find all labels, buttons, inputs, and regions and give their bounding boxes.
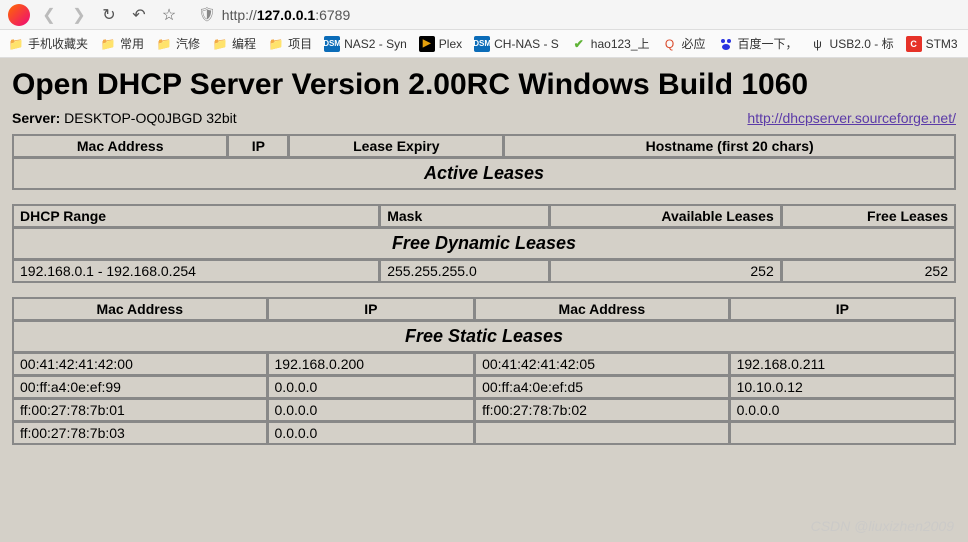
cell-ip: 0.0.0.0 [730, 399, 955, 421]
table-row: 00:41:42:41:42:00192.168.0.20000:41:42:4… [13, 353, 955, 375]
reload-button[interactable]: ↻ [98, 4, 120, 26]
cell-ip [730, 422, 955, 444]
cell-mask: 255.255.255.0 [380, 260, 549, 282]
bookmark-item[interactable]: 📁手机收藏夹 [8, 35, 88, 52]
bookmark-item[interactable]: Q必应 [662, 35, 706, 52]
server-value: DESKTOP-OQ0JBGD 32bit [64, 110, 236, 126]
cell-mac: 00:ff:a4:0e:ef:d5 [475, 376, 729, 398]
bookmark-item[interactable]: 📁常用 [100, 35, 144, 52]
profile-avatar[interactable] [8, 4, 30, 26]
cell-ip: 0.0.0.0 [268, 422, 475, 444]
bookmarks-bar: 📁手机收藏夹 📁常用 📁汽修 📁编程 📁项目 DSMNAS2 - Syn ▶Plex DSMC… [0, 30, 968, 58]
cell-available: 252 [550, 260, 781, 282]
cell-free: 252 [782, 260, 955, 282]
cell-mac: 00:ff:a4:0e:ef:99 [13, 376, 267, 398]
table-row: 00:ff:a4:0e:ef:990.0.0.000:ff:a4:0e:ef:d… [13, 376, 955, 398]
bookmark-item[interactable]: ψUSB2.0 - 标 [810, 35, 894, 52]
col-mac: Mac Address [13, 135, 227, 157]
cell-range: 192.168.0.1 - 192.168.0.254 [13, 260, 379, 282]
forward-button[interactable]: ❯ [68, 4, 90, 26]
url-text: http://127.0.0.1:6789 [222, 7, 350, 23]
active-leases-table: Active Leases Mac Address IP Lease Expir… [12, 134, 956, 190]
shield-icon: 🛡 [198, 6, 216, 23]
table-row: ff:00:27:78:7b:010.0.0.0ff:00:27:78:7b:0… [13, 399, 955, 421]
address-bar[interactable]: 🛡 http://127.0.0.1:6789 [188, 6, 960, 23]
static-leases-title: Free Static Leases [13, 321, 955, 352]
cell-mac: ff:00:27:78:7b:03 [13, 422, 267, 444]
cell-ip: 192.168.0.200 [268, 353, 475, 375]
dynamic-leases-title: Free Dynamic Leases [13, 228, 955, 259]
bookmark-item[interactable]: DSMCH-NAS - S [474, 36, 559, 52]
cell-mac: 00:41:42:41:42:05 [475, 353, 729, 375]
cell-mac: 00:41:42:41:42:00 [13, 353, 267, 375]
bookmark-label: hao123_上 [591, 35, 650, 52]
table-row: ff:00:27:78:7b:030.0.0.0 [13, 422, 955, 444]
bookmark-label: 项目 [288, 35, 312, 52]
bookmark-item[interactable]: 百度一下， [718, 35, 798, 52]
bookmark-label: NAS2 - Syn [344, 37, 407, 51]
col-mac2: Mac Address [475, 298, 729, 320]
col-hostname: Hostname (first 20 chars) [504, 135, 955, 157]
bookmark-label: 常用 [120, 35, 144, 52]
bookmark-label: 百度一下， [738, 35, 798, 52]
bookmark-item[interactable]: ▶Plex [419, 36, 462, 52]
col-ip2: IP [730, 298, 955, 320]
bookmark-label: STM3 [926, 37, 958, 51]
cell-ip: 0.0.0.0 [268, 399, 475, 421]
table-row: 192.168.0.1 - 192.168.0.254255.255.255.0… [13, 260, 955, 282]
watermark: CSDN @liuxizhen2009 [811, 518, 954, 534]
cell-mac: ff:00:27:78:7b:02 [475, 399, 729, 421]
page-content: Open DHCP Server Version 2.00RC Windows … [0, 58, 968, 542]
bookmark-item[interactable]: ✔hao123_上 [571, 35, 650, 52]
col-range: DHCP Range [13, 205, 379, 227]
bookmark-item[interactable]: 📁编程 [212, 35, 256, 52]
cell-ip: 0.0.0.0 [268, 376, 475, 398]
col-expiry: Lease Expiry [289, 135, 503, 157]
bookmark-label: 必应 [682, 35, 706, 52]
bookmark-item[interactable]: CSTM3 [906, 36, 958, 52]
cell-mac [475, 422, 729, 444]
bookmark-item[interactable]: DSMNAS2 - Syn [324, 36, 407, 52]
dynamic-leases-table: Free Dynamic Leases DHCP Range Mask Avai… [12, 204, 956, 283]
browser-toolbar: ❮ ❯ ↻ ↶ ☆ 🛡 http://127.0.0.1:6789 [0, 0, 968, 30]
bookmark-item[interactable]: 📁项目 [268, 35, 312, 52]
bookmark-label: Plex [439, 37, 462, 51]
bookmark-label: 手机收藏夹 [28, 35, 88, 52]
bookmark-label: CH-NAS - S [494, 37, 559, 51]
undo-button[interactable]: ↶ [128, 4, 150, 26]
page-title: Open DHCP Server Version 2.00RC Windows … [12, 68, 956, 102]
bookmark-item[interactable]: 📁汽修 [156, 35, 200, 52]
cell-mac: ff:00:27:78:7b:01 [13, 399, 267, 421]
static-leases-table: Free Static Leases Mac Address IP Mac Ad… [12, 297, 956, 445]
col-free: Free Leases [782, 205, 955, 227]
col-ip1: IP [268, 298, 475, 320]
active-leases-title: Active Leases [13, 158, 955, 189]
cell-ip: 10.10.0.12 [730, 376, 955, 398]
bookmark-label: 汽修 [176, 35, 200, 52]
cell-ip: 192.168.0.211 [730, 353, 955, 375]
bookmark-label: USB2.0 - 标 [830, 35, 894, 52]
col-ip: IP [228, 135, 288, 157]
bookmark-label: 编程 [232, 35, 256, 52]
project-link[interactable]: http://dhcpserver.sourceforge.net/ [747, 110, 956, 126]
server-label: Server: [12, 110, 60, 126]
server-info-row: Server: DESKTOP-OQ0JBGD 32bit http://dhc… [12, 110, 956, 126]
back-button[interactable]: ❮ [38, 4, 60, 26]
col-mask: Mask [380, 205, 549, 227]
bookmark-star-icon[interactable]: ☆ [158, 4, 180, 26]
col-available: Available Leases [550, 205, 781, 227]
col-mac1: Mac Address [13, 298, 267, 320]
